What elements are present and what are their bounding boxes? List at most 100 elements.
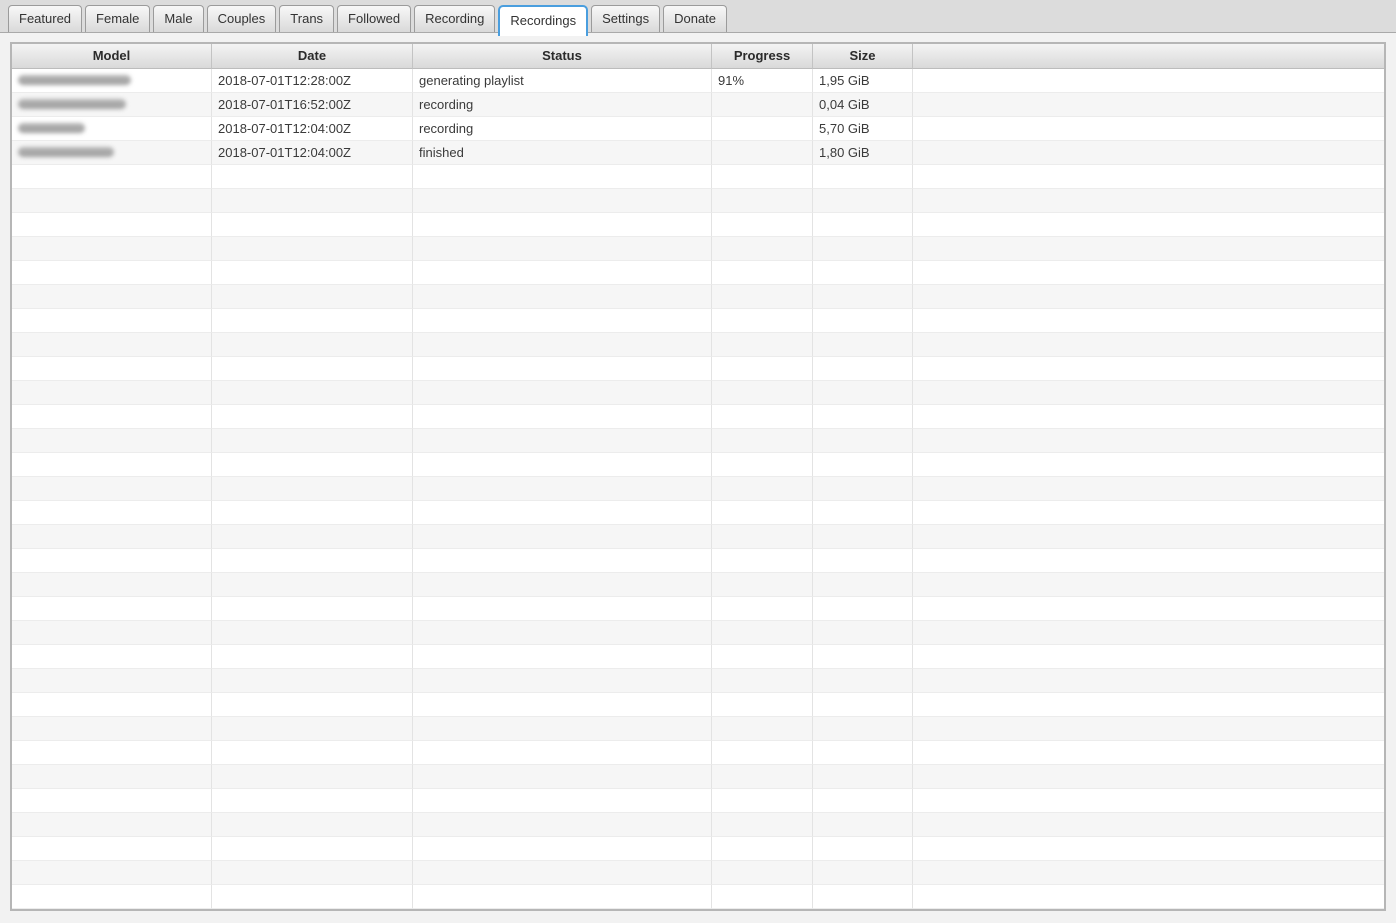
table-row-empty[interactable]: [12, 261, 1384, 285]
table-row-empty[interactable]: [12, 573, 1384, 597]
table-row-empty[interactable]: [12, 885, 1384, 909]
cell-filler: [913, 789, 1384, 813]
tab-recordings[interactable]: Recordings: [498, 5, 588, 36]
cell-filler: [913, 525, 1384, 549]
table-row-empty[interactable]: [12, 501, 1384, 525]
cell-progress: [712, 453, 813, 477]
cell-progress: [712, 309, 813, 333]
table-row-empty[interactable]: [12, 213, 1384, 237]
cell-size: 0,04 GiB: [813, 93, 913, 117]
cell-filler: [913, 453, 1384, 477]
tab-featured[interactable]: Featured: [8, 5, 82, 32]
table-row-empty[interactable]: [12, 789, 1384, 813]
table-row-empty[interactable]: [12, 861, 1384, 885]
cell-model: [12, 717, 212, 741]
cell-filler: [913, 381, 1384, 405]
column-header-size[interactable]: Size: [813, 44, 913, 69]
cell-model: [12, 837, 212, 861]
table-row-empty[interactable]: [12, 597, 1384, 621]
table-row[interactable]: 2018-07-01T12:04:00Zfinished1,80 GiB: [12, 141, 1384, 165]
cell-size: [813, 501, 913, 525]
cell-date: [212, 693, 413, 717]
table-row-empty[interactable]: [12, 165, 1384, 189]
cell-progress: [712, 885, 813, 909]
column-header-model[interactable]: Model: [12, 44, 212, 69]
cell-status: [413, 477, 712, 501]
table-row-empty[interactable]: [12, 837, 1384, 861]
table-row-empty[interactable]: [12, 333, 1384, 357]
table-row-empty[interactable]: [12, 381, 1384, 405]
tab-donate[interactable]: Donate: [663, 5, 727, 32]
cell-date: [212, 789, 413, 813]
cell-status: [413, 453, 712, 477]
cell-size: [813, 237, 913, 261]
cell-size: [813, 381, 913, 405]
table-row[interactable]: 2018-07-01T12:28:00Zgenerating playlist9…: [12, 69, 1384, 93]
table-row-empty[interactable]: [12, 477, 1384, 501]
tab-trans[interactable]: Trans: [279, 5, 334, 32]
cell-filler: [913, 861, 1384, 885]
tab-followed[interactable]: Followed: [337, 5, 411, 32]
table-row-empty[interactable]: [12, 357, 1384, 381]
table-row-empty[interactable]: [12, 405, 1384, 429]
cell-size: [813, 429, 913, 453]
cell-progress: [712, 861, 813, 885]
cell-status: [413, 261, 712, 285]
table-row-empty[interactable]: [12, 237, 1384, 261]
column-header-progress[interactable]: Progress: [712, 44, 813, 69]
table-row-empty[interactable]: [12, 669, 1384, 693]
cell-progress: [712, 357, 813, 381]
cell-filler: [913, 357, 1384, 381]
table-row-empty[interactable]: [12, 645, 1384, 669]
cell-filler: [913, 741, 1384, 765]
table-row-empty[interactable]: [12, 525, 1384, 549]
cell-status: [413, 597, 712, 621]
table-row-empty[interactable]: [12, 813, 1384, 837]
table-row-empty[interactable]: [12, 621, 1384, 645]
cell-size: [813, 405, 913, 429]
cell-date: [212, 357, 413, 381]
table-row-empty[interactable]: [12, 693, 1384, 717]
cell-model: [12, 573, 212, 597]
cell-filler: [913, 693, 1384, 717]
table-row-empty[interactable]: [12, 741, 1384, 765]
cell-filler: [913, 573, 1384, 597]
tab-settings[interactable]: Settings: [591, 5, 660, 32]
cell-size: 5,70 GiB: [813, 117, 913, 141]
table-row-empty[interactable]: [12, 765, 1384, 789]
tab-bar: FeaturedFemaleMaleCouplesTransFollowedRe…: [0, 0, 1396, 33]
cell-filler: [913, 69, 1384, 93]
cell-date: [212, 717, 413, 741]
table-row-empty[interactable]: [12, 309, 1384, 333]
tab-male[interactable]: Male: [153, 5, 203, 32]
table-row-empty[interactable]: [12, 429, 1384, 453]
column-header-date[interactable]: Date: [212, 44, 413, 69]
cell-size: [813, 213, 913, 237]
cell-date: [212, 597, 413, 621]
tab-female[interactable]: Female: [85, 5, 150, 32]
cell-filler: [913, 237, 1384, 261]
table-row-empty[interactable]: [12, 189, 1384, 213]
table-row-empty[interactable]: [12, 549, 1384, 573]
tab-couples[interactable]: Couples: [207, 5, 277, 32]
cell-model: [12, 621, 212, 645]
table-row-empty[interactable]: [12, 285, 1384, 309]
cell-progress: [712, 477, 813, 501]
cell-size: [813, 309, 913, 333]
cell-model: [12, 453, 212, 477]
cell-model: [12, 117, 212, 141]
cell-date: [212, 237, 413, 261]
table-row-empty[interactable]: [12, 453, 1384, 477]
cell-filler: [913, 885, 1384, 909]
table-row-empty[interactable]: [12, 717, 1384, 741]
column-header-status[interactable]: Status: [413, 44, 712, 69]
table-row[interactable]: 2018-07-01T12:04:00Zrecording5,70 GiB: [12, 117, 1384, 141]
cell-progress: [712, 549, 813, 573]
table-row[interactable]: 2018-07-01T16:52:00Zrecording0,04 GiB: [12, 93, 1384, 117]
cell-size: [813, 525, 913, 549]
column-header-filler[interactable]: [913, 44, 1384, 69]
tab-recording[interactable]: Recording: [414, 5, 495, 32]
cell-status: [413, 237, 712, 261]
cell-date: [212, 573, 413, 597]
cell-status: [413, 741, 712, 765]
